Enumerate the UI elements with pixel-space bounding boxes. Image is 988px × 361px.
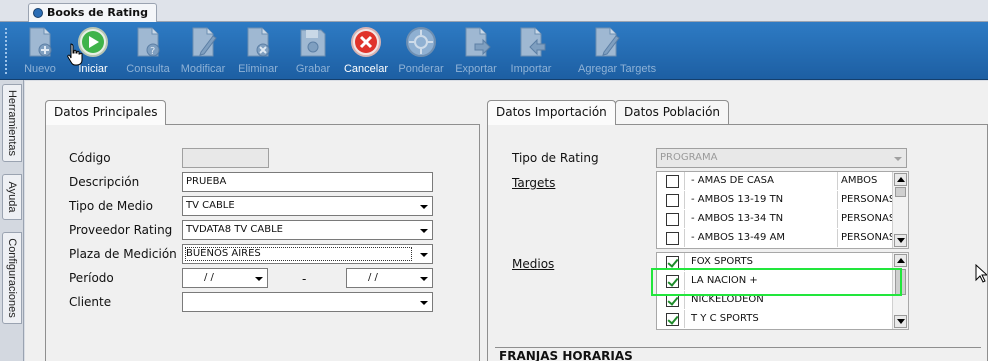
tab-datos-importacion[interactable]: Datos Importación [487,100,616,125]
cancel-icon [351,27,381,57]
tipo-rating-select[interactable]: PROGRAMA [656,148,907,168]
list-item[interactable]: - AMBOS 13-34 TN PERSONAS [657,210,895,228]
tab-datos-principales[interactable]: Datos Principales [45,100,167,125]
codigo-field[interactable] [182,148,269,168]
nuevo-button[interactable]: Nuevo [22,26,58,76]
checkbox[interactable] [666,213,679,226]
descripcion-field[interactable]: PRUEBA [182,172,433,192]
list-item[interactable]: - AMBOS 13-19 TN PERSONAS [657,191,895,209]
chevron-down-icon[interactable] [415,246,431,262]
list-item[interactable]: - AMAS DE CASA AMBOS [657,172,893,190]
checkbox[interactable] [666,313,679,326]
tipo-medio-select[interactable]: TV CABLE [182,196,433,216]
tab-title: Books de Rating [47,6,148,19]
scroll-down-icon[interactable] [894,315,907,328]
proveedor-select[interactable]: TVDATA8 TV CABLE [182,220,433,240]
cancelar-button[interactable]: Cancelar [344,26,388,76]
app-icon [33,8,43,18]
new-document-icon [29,27,52,57]
periodo-label: Período [69,271,114,285]
selection-highlight [651,268,902,296]
proveedor-label: Proveedor Rating [69,223,173,237]
consulta-button[interactable]: ? Consulta [126,26,170,76]
chevron-down-icon[interactable] [415,270,431,286]
modificar-button[interactable]: Modificar [181,26,225,76]
list-item[interactable]: T Y C SPORTS [657,310,893,328]
divider [495,347,981,348]
save-icon [300,29,326,57]
importar-label: Importar [510,63,552,75]
scroll-thumb[interactable] [895,187,906,197]
cliente-select[interactable] [182,292,433,312]
periodo-to-date[interactable]: / / [346,268,433,288]
tab-datos-poblacion[interactable]: Datos Población [615,100,730,124]
side-tab-ayuda[interactable]: Ayuda [2,174,22,220]
query-document-icon: ? [137,27,160,57]
checkbox[interactable] [666,194,679,207]
descripcion-label: Descripción [69,175,140,189]
document-tab-strip: Books de Rating [0,0,988,22]
edit-document-icon [192,27,217,57]
checkbox[interactable] [666,175,679,188]
export-document-icon [465,27,491,57]
agregar-targets-button[interactable]: Agregar Targets [578,26,656,76]
plaza-select[interactable]: BUENOS AIRES [182,244,433,264]
consulta-label: Consulta [126,63,170,75]
medios-label: Medios [512,257,555,271]
toolbar: Nuevo Iniciar ? Consulta Modificar Elimi… [0,22,988,80]
exportar-label: Exportar [455,63,497,75]
codigo-label: Código [69,151,111,165]
importar-button[interactable]: Importar [511,26,551,76]
ponderar-button[interactable]: Ponderar [398,26,444,76]
nuevo-label: Nuevo [24,63,56,75]
modificar-label: Modificar [180,63,226,75]
side-tab-herramientas[interactable]: Herramientas [2,84,22,162]
franjas-horarias-header: FRANJAS HORARIAS [499,349,633,361]
grabar-button[interactable]: Grabar [295,26,331,76]
eliminar-label: Eliminar [238,63,278,75]
cliente-label: Cliente [69,295,112,309]
import-document-icon [520,27,546,57]
ponderar-label: Ponderar [398,63,444,75]
chevron-down-icon [889,150,905,166]
books-de-rating-tab[interactable]: Books de Rating [28,3,157,22]
checkbox[interactable] [666,232,679,245]
scroll-up-icon[interactable] [894,173,907,186]
side-tab-configuraciones[interactable]: Configuraciones [2,232,22,324]
svg-text:?: ? [150,46,155,57]
eliminar-button[interactable]: Eliminar [238,26,278,76]
arrow-cursor-icon [975,264,987,283]
list-item[interactable]: - AMBOS 13-49 AM PERSONAS [657,229,895,247]
targets-label: Targets [512,176,556,190]
content-area: Datos Principales Código Descripción PRU… [25,81,988,361]
chevron-down-icon[interactable] [415,198,431,214]
targets-scrollbar[interactable] [892,172,908,248]
periodo-dash: - [302,272,307,286]
toolbar-grip[interactable] [5,28,9,74]
exportar-button[interactable]: Exportar [455,26,497,76]
delete-document-icon [247,27,270,57]
tipo-rating-label: Tipo de Rating [512,151,599,165]
agregar-targets-label: Agregar Targets [578,63,657,75]
periodo-from-date[interactable]: / / [182,268,268,288]
grabar-label: Grabar [295,63,331,75]
chevron-down-icon[interactable] [415,294,431,310]
scroll-down-icon[interactable] [894,234,907,247]
add-targets-icon [595,27,620,57]
chevron-down-icon[interactable] [250,270,266,286]
chevron-down-icon[interactable] [415,222,431,238]
cancelar-label: Cancelar [343,63,389,75]
plaza-label: Plaza de Medición [69,247,177,261]
scroll-up-icon[interactable] [894,254,907,267]
side-tab-bar: Herramientas Ayuda Configuraciones [0,80,24,361]
targets-list[interactable]: - AMAS DE CASA AMBOS - AMBOS 13-19 TN PERS… [656,171,909,249]
tipo-medio-label: Tipo de Medio [69,199,153,213]
hand-cursor-icon [67,43,83,66]
weigh-icon [406,27,436,57]
